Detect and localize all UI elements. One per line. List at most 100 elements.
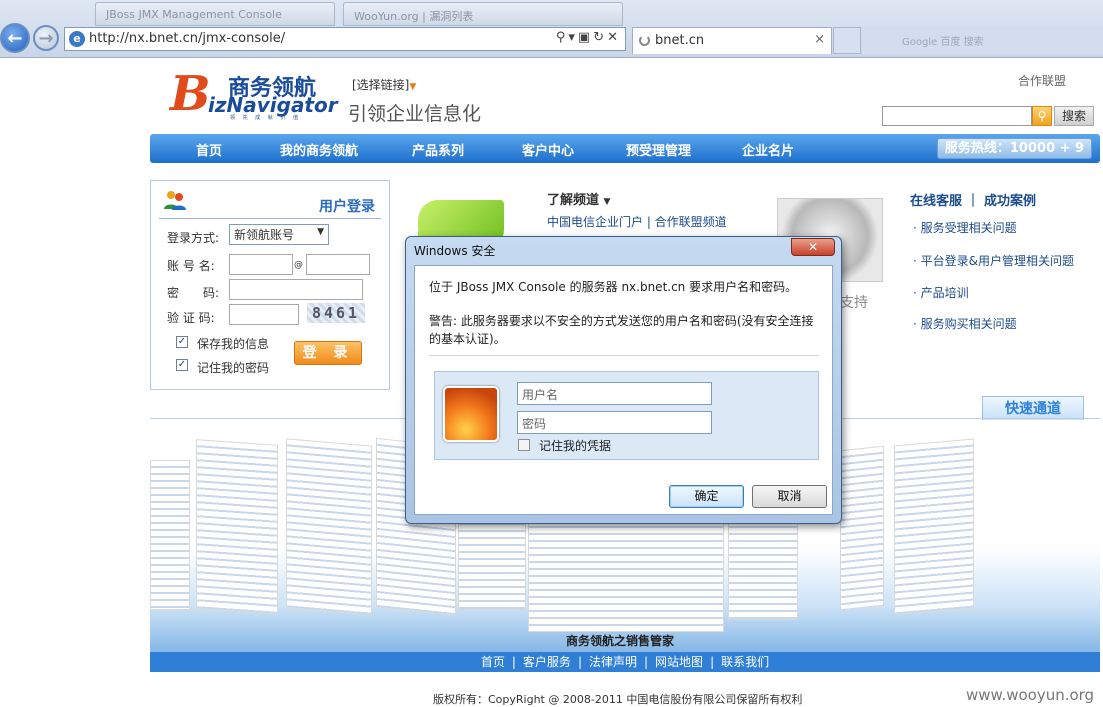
browser-tab-active[interactable]: bnet.cn × xyxy=(632,27,832,54)
select-link-label: [选择链接] xyxy=(352,78,410,92)
cancel-button[interactable]: 取消 xyxy=(752,485,827,508)
brochure-image xyxy=(196,439,278,615)
footer-link-customer-service[interactable]: 客户服务 xyxy=(523,655,571,669)
remember-password-checkbox[interactable]: ✓ xyxy=(176,359,188,371)
browser-tab-background[interactable]: JBoss JMX Management Console xyxy=(95,2,335,26)
help-link-label: 服务受理相关问题 xyxy=(920,221,1017,235)
captcha-input[interactable] xyxy=(229,304,299,325)
nav-item-customer-center[interactable]: 客户中心 xyxy=(522,140,574,159)
captcha-label: 验 证 码: xyxy=(167,311,215,325)
login-title: 用户登录 xyxy=(319,199,375,215)
logo-tagline: 领 先 成 就 价 值 xyxy=(230,115,301,121)
service-hotline: 服务热线：10000 + 9 xyxy=(937,138,1092,159)
account-domain-input[interactable] xyxy=(306,254,370,275)
dropdown-icon[interactable]: ▾ xyxy=(568,30,578,45)
browser-search-box[interactable]: Google 百度 搜索 xyxy=(862,27,1103,54)
close-icon[interactable]: ✕ xyxy=(791,238,835,256)
address-url: http://nx.bnet.cn/jmx-console/ xyxy=(89,31,286,46)
footer-separator: | xyxy=(710,655,715,669)
partner-link[interactable]: 合作联盟 xyxy=(1018,72,1066,89)
account-input[interactable] xyxy=(229,254,293,275)
search-icon[interactable]: ⚲ xyxy=(1032,106,1052,126)
username-input[interactable]: 用户名 xyxy=(517,382,712,405)
ie-page-icon: e xyxy=(69,31,85,47)
nav-item-business-card[interactable]: 企业名片 xyxy=(742,140,794,159)
footer-separator: | xyxy=(511,655,516,669)
browser-tab-background[interactable]: WooYun.org | 漏洞列表 xyxy=(343,2,623,26)
understand-channel-links[interactable]: 中国电信企业门户 | 合作联盟频道 xyxy=(547,213,727,230)
chevron-down-icon: ▼ xyxy=(409,82,417,92)
brochure-image xyxy=(458,510,526,610)
users-icon xyxy=(164,191,186,210)
remember-credentials-checkbox[interactable] xyxy=(518,439,530,451)
footer-link-home[interactable]: 首页 xyxy=(481,655,505,669)
dialog-message: 位于 JBoss JMX Console 的服务器 nx.bnet.cn 要求用… xyxy=(429,280,798,294)
online-service-header[interactable]: 在线客服 ｜ 成功案例 xyxy=(910,190,1036,209)
close-tab-icon[interactable]: × xyxy=(814,32,825,47)
save-info-checkbox[interactable]: ✓ xyxy=(176,336,188,348)
back-button[interactable]: ← xyxy=(0,23,30,53)
help-link-label: 服务购买相关问题 xyxy=(920,317,1017,331)
login-method-label: 登录方式: xyxy=(167,231,220,245)
site-search-input[interactable] xyxy=(882,106,1032,126)
search-button[interactable]: 搜索 xyxy=(1054,106,1094,126)
brochure-image xyxy=(728,520,798,620)
back-arrow-icon: ← xyxy=(7,27,23,49)
help-link[interactable]: · 服务购买相关问题 xyxy=(913,315,1017,332)
captcha-image[interactable]: 8461 xyxy=(307,303,365,323)
nav-item-products[interactable]: 产品系列 xyxy=(412,140,464,159)
login-button[interactable]: 登 录 xyxy=(294,341,362,365)
login-panel: 用户登录 登录方式: 新领航账号 ▼ 账 号 名: @ 密 码: 验 证 码: 8… xyxy=(150,180,390,390)
divider xyxy=(429,355,819,356)
help-link[interactable]: · 产品培训 xyxy=(913,284,969,301)
user-avatar-icon xyxy=(443,386,499,442)
footer-separator: | xyxy=(644,655,649,669)
select-link-dropdown[interactable]: [选择链接]▼ xyxy=(352,76,416,93)
tab-title: bnet.cn xyxy=(655,33,705,48)
quick-channel-tab[interactable]: 快速通道 xyxy=(982,396,1084,420)
footer-link-contact[interactable]: 联系我们 xyxy=(721,655,769,669)
nav-item-home[interactable]: 首页 xyxy=(196,140,222,159)
brochure-image xyxy=(894,438,974,616)
forward-button[interactable]: → xyxy=(33,25,59,51)
understand-channel-label: 了解频道 xyxy=(547,193,600,208)
compat-view-icon[interactable]: ▣ xyxy=(578,30,593,45)
login-method-select[interactable]: 新领航账号 ▼ xyxy=(229,224,329,245)
dialog-body: 位于 JBoss JMX Console 的服务器 nx.bnet.cn 要求用… xyxy=(414,265,833,515)
ok-button[interactable]: 确定 xyxy=(669,485,744,508)
footer-nav: 首页 | 客户服务 | 法律声明 | 网站地图 | 联系我们 xyxy=(150,652,1100,672)
stop-icon[interactable]: ✕ xyxy=(607,30,621,45)
nav-item-my-biznavigator[interactable]: 我的商务领航 xyxy=(280,140,358,159)
slogan: 引领企业信息化 xyxy=(348,103,482,125)
footer-link-legal[interactable]: 法律声明 xyxy=(589,655,637,669)
new-tab-button[interactable] xyxy=(833,27,861,54)
divider xyxy=(159,218,381,219)
dialog-title: Windows 安全 xyxy=(414,244,496,258)
refresh-icon[interactable]: ↻ xyxy=(593,30,607,45)
address-controls: ⚲▾▣↻✕ xyxy=(556,30,621,45)
address-bar[interactable]: e http://nx.bnet.cn/jmx-console/ ⚲▾▣↻✕ xyxy=(64,27,626,51)
help-link-label: 产品培训 xyxy=(920,286,969,300)
loading-spinner-icon xyxy=(639,35,650,46)
search-icon[interactable]: ⚲ xyxy=(556,30,569,45)
at-sign: @ xyxy=(294,260,303,270)
support-text: 支持 xyxy=(840,295,868,311)
password-input[interactable] xyxy=(229,279,363,300)
help-link-label: 平台登录&用户管理相关问题 xyxy=(920,254,1074,268)
footer-link-sitemap[interactable]: 网站地图 xyxy=(655,655,703,669)
brochure-image xyxy=(840,445,884,611)
footer-separator: | xyxy=(577,655,582,669)
help-link[interactable]: · 平台登录&用户管理相关问题 xyxy=(913,252,1074,269)
browser-chrome: JBoss JMX Management Console WooYun.org … xyxy=(0,0,1103,58)
forward-arrow-icon: → xyxy=(38,27,54,49)
watermark: www.wooyun.org xyxy=(966,686,1095,704)
password-label: 密 码: xyxy=(167,286,220,300)
dialog-warning: 警告: 此服务器要求以不安全的方式发送您的用户名和密码(没有安全连接的基本认证)… xyxy=(429,314,814,346)
account-label: 账 号 名: xyxy=(167,259,215,273)
help-link[interactable]: · 服务受理相关问题 xyxy=(913,219,1017,236)
nav-item-pre-acceptance[interactable]: 预受理管理 xyxy=(626,140,691,159)
password-input[interactable]: 密码 xyxy=(517,411,712,434)
remember-password-label: 记住我的密码 xyxy=(197,361,270,375)
understand-channel-title[interactable]: 了解频道 ▼ xyxy=(547,189,610,208)
chevron-down-icon: ▼ xyxy=(317,227,324,237)
